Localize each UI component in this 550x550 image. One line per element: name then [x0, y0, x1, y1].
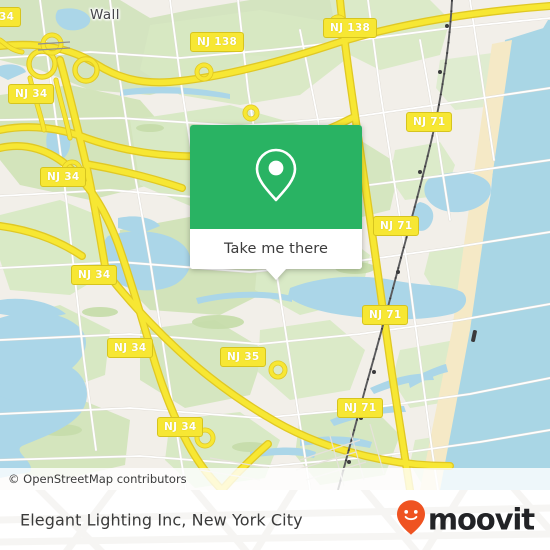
- map-screenshot-page: 34 NJ 138 NJ 138 NJ 34 NJ 71 NJ 34 NJ 71 NJ 34 N…: [0, 0, 550, 550]
- popup-image-area: [190, 125, 362, 229]
- shield-nj-138-a: NJ 138: [190, 32, 245, 52]
- map-pin-icon: [254, 147, 298, 208]
- location-popup-card[interactable]: Take me there: [190, 125, 362, 280]
- footer-bar: Elegant Lighting Inc, New York City moov…: [0, 490, 550, 550]
- shield-nj-138-b: NJ 138: [323, 18, 378, 38]
- map-canvas[interactable]: 34 NJ 138 NJ 138 NJ 34 NJ 71 NJ 34 NJ 71 NJ 34 N…: [0, 0, 550, 490]
- shield-nj-34-a: NJ 34: [8, 84, 55, 104]
- shield-nj-35-a: NJ 35: [220, 347, 267, 367]
- shield-nj-34-topleft: 34: [0, 7, 22, 27]
- shield-nj-71-c: NJ 71: [362, 305, 409, 325]
- popup-pointer-tail: [265, 268, 287, 280]
- shield-nj-71-b: NJ 71: [373, 216, 420, 236]
- shield-nj-71-d: NJ 71: [337, 398, 384, 418]
- openstreetmap-attribution[interactable]: © OpenStreetMap contributors: [8, 472, 187, 486]
- shield-nj-34-c: NJ 34: [71, 265, 118, 285]
- popup-body: Take me there: [190, 125, 362, 269]
- moovit-smiley-pin-icon: [396, 500, 426, 541]
- shield-nj-34-e: NJ 34: [157, 417, 204, 437]
- shield-nj-34-b: NJ 34: [40, 167, 87, 187]
- place-label-wall: Wall: [90, 7, 120, 23]
- take-me-there-button[interactable]: Take me there: [224, 241, 328, 257]
- shield-nj-71-a: NJ 71: [406, 112, 453, 132]
- map-attribution-bar: © OpenStreetMap contributors: [0, 468, 550, 490]
- shield-nj-34-d: NJ 34: [107, 338, 154, 358]
- moovit-wordmark: moovit: [427, 502, 535, 537]
- moovit-brand[interactable]: moovit: [396, 500, 535, 541]
- popup-action-area[interactable]: Take me there: [190, 229, 362, 269]
- page-title: Elegant Lighting Inc, New York City: [20, 510, 303, 530]
